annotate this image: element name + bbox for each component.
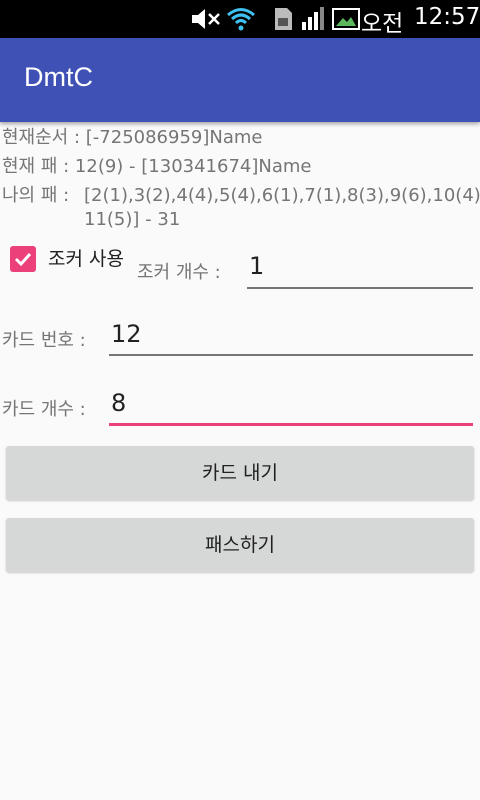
card-number-input[interactable] <box>109 316 473 356</box>
status-ampm: 오전 <box>361 11 404 37</box>
mute-icon <box>192 9 220 29</box>
my-cards-row: 나의 패 : [2(1),3(2),4(4),5(4),6(1),7(1),8(… <box>2 185 480 233</box>
current-order-label: 현재순서 : <box>2 127 81 148</box>
wifi-icon <box>227 8 255 31</box>
image-notification-icon <box>332 8 360 30</box>
current-order-value: [-725086959]Name <box>85 127 263 148</box>
sd-card-icon <box>275 8 292 30</box>
joker-count-input[interactable] <box>247 248 473 288</box>
current-card-value: 12(9) - [130341674]Name <box>74 156 312 177</box>
app-title: DmtC <box>24 62 93 92</box>
my-cards-line2: 11(5)] - 31 <box>84 209 181 230</box>
status-bar: 오전 12:57 <box>0 0 480 38</box>
joker-count-underline <box>247 287 473 289</box>
card-number-label: 카드 번호 : <box>2 330 86 351</box>
signal-icon <box>302 7 324 30</box>
pass-button[interactable]: 패스하기 <box>6 518 474 572</box>
joker-checkbox[interactable]: 조커 사용 <box>10 244 140 272</box>
my-cards-line1: [2(1),3(2),4(4),5(4),6(1),7(1),8(3),9(6)… <box>84 185 480 206</box>
current-card-label: 현재 패 : <box>2 156 70 177</box>
my-cards-label: 나의 패 : <box>2 185 70 206</box>
card-count-underline <box>109 423 473 426</box>
card-count-input[interactable] <box>109 385 473 425</box>
joker-count-label: 조커 개수 : <box>137 262 221 283</box>
checkbox-checked-icon[interactable] <box>10 246 36 272</box>
card-count-label: 카드 개수 : <box>2 399 86 420</box>
card-number-underline <box>109 354 473 356</box>
app-bar: DmtC <box>0 38 480 122</box>
status-time: 12:57 <box>414 4 480 30</box>
joker-checkbox-label: 조커 사용 <box>48 248 124 270</box>
current-card-row: 현재 패 : 12(9) - [130341674]Name <box>2 156 311 178</box>
current-order-row: 현재순서 : [-725086959]Name <box>2 127 262 149</box>
play-card-button[interactable]: 카드 내기 <box>6 446 474 500</box>
